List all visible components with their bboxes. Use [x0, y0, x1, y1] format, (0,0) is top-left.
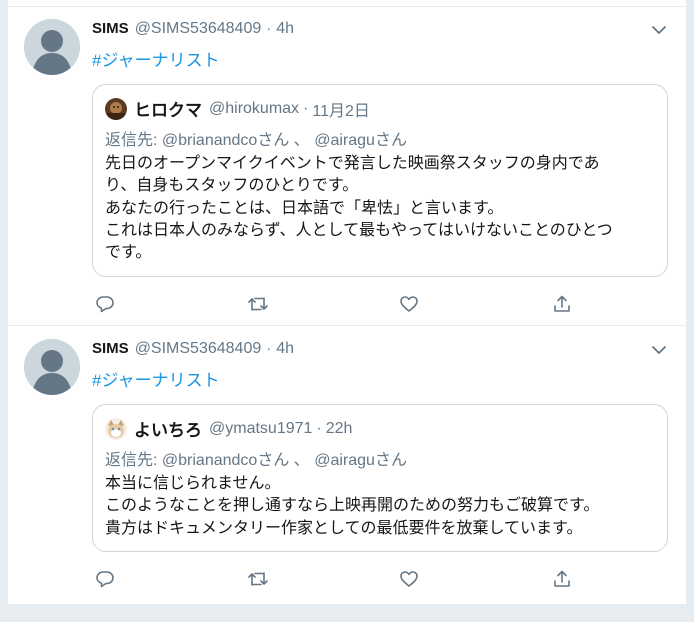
tweet-actions — [92, 568, 592, 590]
heart-icon[interactable] — [398, 293, 420, 315]
author-name[interactable]: SIMS — [92, 340, 129, 357]
quoted-author-name: よいちろ — [134, 421, 202, 440]
reply-to-user[interactable]: @airaguさん — [314, 132, 407, 149]
author-name[interactable]: SIMS — [92, 20, 129, 37]
retweet-icon[interactable] — [247, 293, 269, 315]
tweet[interactable]: SIMS @SIMS53648409 · 4h #ジャーナリスト よいちろ @y… — [8, 327, 686, 604]
hashtag-link[interactable]: #ジャーナリスト — [92, 46, 220, 71]
quoted-tweet-header: よいちろ @ymatsu1971 · 22h — [105, 416, 352, 441]
chevron-down-icon[interactable] — [650, 23, 668, 37]
quoted-author-handle: @ymatsu1971 — [209, 419, 313, 437]
quoted-timestamp: 22h — [325, 419, 353, 437]
reply-to-prefix: 返信先: — [105, 132, 162, 149]
timestamp[interactable]: 4h — [276, 340, 294, 358]
chevron-down-icon[interactable] — [650, 343, 668, 357]
quoted-tweet-header: ヒロクマ @hirokumax · 11月2日 — [105, 96, 370, 121]
text-line: 本当に信じられません。 — [105, 475, 281, 492]
timeline: SIMS @SIMS53648409 · 4h #ジャーナリスト ヒロクマ @h… — [7, 0, 687, 604]
text-line: このようなことを押し通すなら上映再開のための努力もご破算です。 — [105, 497, 600, 515]
quoted-author-handle: @hirokumax — [209, 99, 300, 117]
reply-icon[interactable] — [94, 293, 116, 315]
share-icon[interactable] — [551, 568, 573, 590]
quoted-tweet-text: 本当に信じられません。 このようなことを押し通すなら上映再開のための努力もご破算… — [105, 473, 660, 540]
separator-dot: · — [266, 20, 272, 37]
reply-to-line: 返信先: @brianandcoさん 、 @airaguさん — [105, 446, 407, 470]
quoted-timestamp: 11月2日 — [312, 102, 370, 120]
retweet-icon[interactable] — [247, 568, 269, 590]
reply-to-user[interactable]: @airaguさん — [314, 452, 407, 469]
tweet-actions — [92, 293, 592, 315]
avatar[interactable] — [24, 339, 80, 395]
tweet-header: SIMS @SIMS53648409 · 4h — [92, 340, 294, 360]
reply-to-separator: 、 — [289, 452, 315, 469]
reply-to-separator: 、 — [289, 132, 315, 149]
avatar[interactable] — [24, 19, 80, 75]
reply-to-user[interactable]: @brianandcoさん — [162, 452, 289, 469]
separator-dot: · — [303, 99, 309, 117]
author-handle[interactable]: @SIMS53648409 — [135, 20, 262, 38]
separator-dot: · — [316, 419, 322, 437]
text-line: 先日のオープンマイクイベントで発言した映画祭スタッフの身内であ — [105, 155, 600, 172]
text-line: あなたの行ったことは、日本語で「卑怯」と言います。 — [105, 199, 504, 217]
tweet-header: SIMS @SIMS53648409 · 4h — [92, 20, 294, 40]
quoted-avatar — [105, 97, 127, 120]
timestamp[interactable]: 4h — [276, 20, 294, 38]
tweet[interactable]: SIMS @SIMS53648409 · 4h #ジャーナリスト ヒロクマ @h… — [8, 6, 686, 326]
text-line: です。 — [105, 244, 152, 262]
text-line: 貴方はドキュメンタリー作家としての最低要件を放棄しています。 — [105, 519, 583, 537]
author-handle[interactable]: @SIMS53648409 — [135, 340, 262, 358]
quoted-author-name: ヒロクマ — [134, 101, 202, 120]
quoted-tweet-text: 先日のオープンマイクイベントで発言した映画祭スタッフの身内であ り、自身もスタッ… — [105, 153, 660, 264]
reply-icon[interactable] — [94, 568, 116, 590]
reply-to-user[interactable]: @brianandcoさん — [162, 132, 289, 149]
reply-to-prefix: 返信先: — [105, 452, 162, 469]
text-line: り、自身もスタッフのひとりです。 — [105, 177, 359, 195]
separator-dot: · — [266, 340, 272, 357]
share-icon[interactable] — [551, 293, 573, 315]
quoted-tweet[interactable]: ヒロクマ @hirokumax · 11月2日 返信先: @brianandco… — [92, 84, 668, 277]
quoted-avatar — [105, 417, 127, 440]
reply-to-line: 返信先: @brianandcoさん 、 @airaguさん — [105, 126, 407, 150]
heart-icon[interactable] — [398, 568, 420, 590]
text-line: これは日本人のみならず、人として最もやってはいけないことのひとつ — [105, 221, 613, 239]
timeline-bottom-divider — [0, 604, 694, 622]
quoted-tweet[interactable]: よいちろ @ymatsu1971 · 22h 返信先: @brianandcoさ… — [92, 404, 668, 552]
hashtag-link[interactable]: #ジャーナリスト — [92, 366, 220, 391]
